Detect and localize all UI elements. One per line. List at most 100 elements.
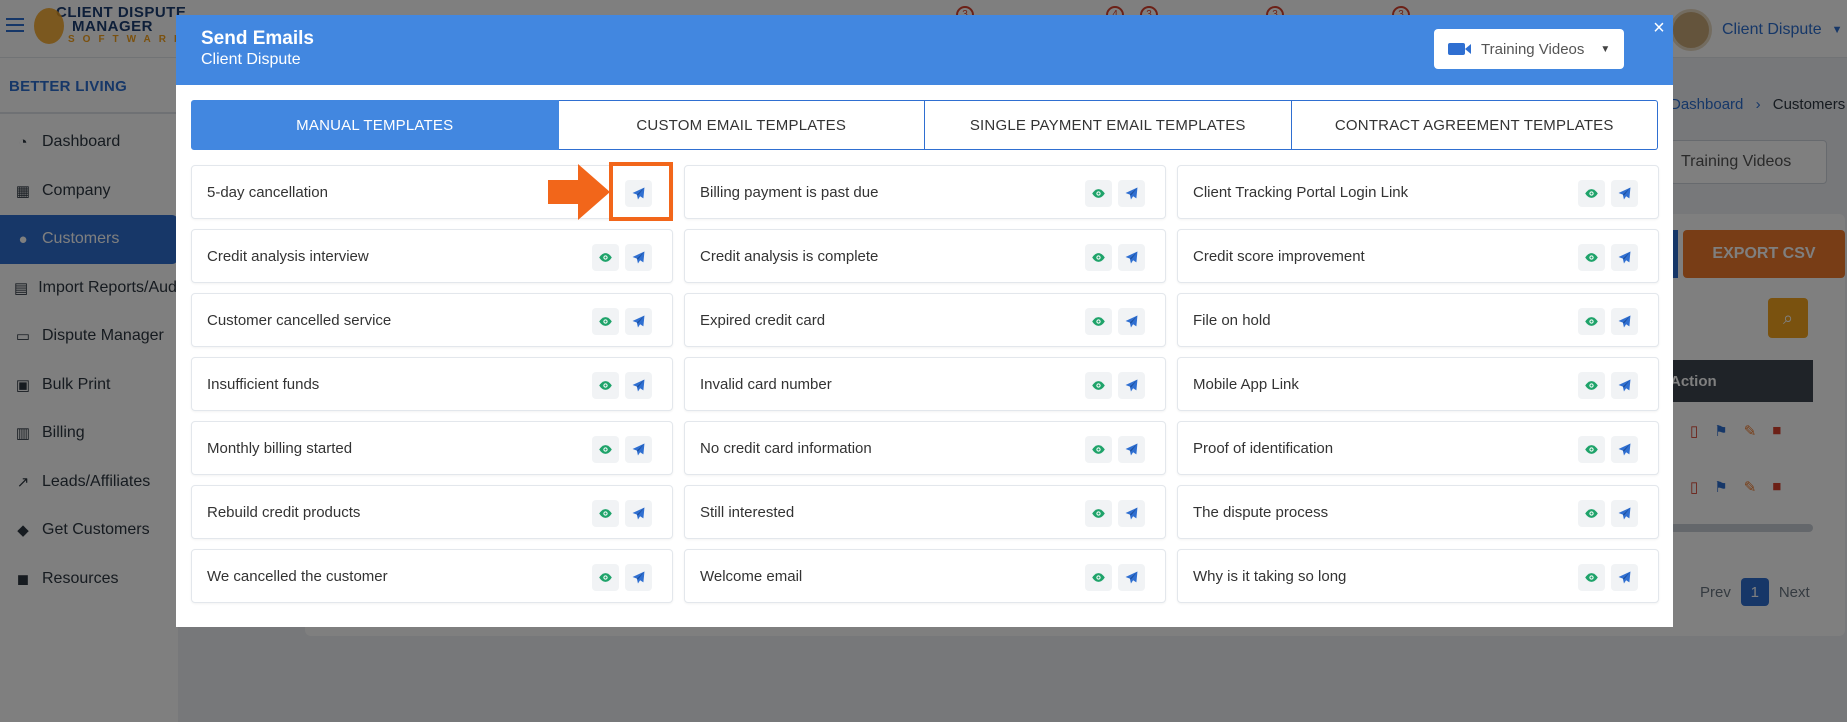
preview-eye-icon[interactable]: [1085, 372, 1112, 399]
preview-eye-icon[interactable]: [1578, 564, 1605, 591]
template-card: Welcome email: [684, 549, 1166, 603]
template-card: Rebuild credit products: [191, 485, 673, 539]
template-actions: [592, 500, 652, 527]
template-actions: [1578, 372, 1638, 399]
template-label: Expired credit card: [700, 311, 826, 329]
send-paper-plane-icon[interactable]: [1118, 372, 1145, 399]
template-label: 5-day cancellation: [207, 183, 328, 201]
template-label: Credit score improvement: [1193, 247, 1365, 265]
send-paper-plane-icon[interactable]: [625, 500, 652, 527]
template-label: Monthly billing started: [207, 439, 353, 457]
modal-header: Send Emails Client Dispute Training Vide…: [176, 15, 1673, 85]
template-card: Invalid card number: [684, 357, 1166, 411]
send-paper-plane-icon[interactable]: [625, 308, 652, 335]
template-label: Still interested: [700, 503, 795, 521]
preview-eye-icon[interactable]: [592, 308, 619, 335]
modal-subtitle: Client Dispute: [201, 51, 301, 68]
template-actions: [1578, 180, 1638, 207]
template-label: Client Tracking Portal Login Link: [1193, 183, 1409, 201]
template-label: Customer cancelled service: [207, 311, 392, 329]
caret-down-icon: ▼: [1600, 43, 1611, 55]
preview-eye-icon[interactable]: [1578, 500, 1605, 527]
send-paper-plane-icon[interactable]: [1118, 564, 1145, 591]
template-actions: [1578, 244, 1638, 271]
preview-eye-icon[interactable]: [592, 372, 619, 399]
send-paper-plane-icon[interactable]: [1611, 500, 1638, 527]
template-card: Billing payment is past due: [684, 165, 1166, 219]
template-actions: [1578, 564, 1638, 591]
send-paper-plane-icon[interactable]: [1118, 180, 1145, 207]
template-card: Credit score improvement: [1177, 229, 1659, 283]
template-label: File on hold: [1193, 311, 1271, 329]
modal-title: Send Emails: [201, 28, 314, 49]
template-actions: [1085, 308, 1145, 335]
preview-eye-icon[interactable]: [592, 244, 619, 271]
preview-eye-icon[interactable]: [1578, 244, 1605, 271]
send-paper-plane-icon[interactable]: [1611, 308, 1638, 335]
template-label: No credit card information: [700, 439, 872, 457]
preview-eye-icon[interactable]: [1578, 436, 1605, 463]
send-paper-plane-icon[interactable]: [1118, 500, 1145, 527]
template-list: 5-day cancellation Billing payment is pas…: [191, 165, 1659, 603]
template-card: No credit card information: [684, 421, 1166, 475]
template-card: Still interested: [684, 485, 1166, 539]
preview-eye-icon[interactable]: [1578, 308, 1605, 335]
tab-manual-templates[interactable]: MANUAL TEMPLATES: [191, 100, 559, 150]
template-actions: [592, 244, 652, 271]
template-actions: [1085, 244, 1145, 271]
template-actions: [1085, 564, 1145, 591]
template-card: Monthly billing started: [191, 421, 673, 475]
template-label: Rebuild credit products: [207, 503, 361, 521]
template-label: The dispute process: [1193, 503, 1329, 521]
template-label: Credit analysis is complete: [700, 247, 879, 265]
close-icon[interactable]: ×: [1650, 18, 1668, 38]
template-label: Billing payment is past due: [700, 183, 879, 201]
tab-single-payment-email-templates[interactable]: SINGLE PAYMENT EMAIL TEMPLATES: [925, 100, 1292, 150]
template-actions: [1085, 180, 1145, 207]
template-card: File on hold: [1177, 293, 1659, 347]
preview-eye-icon[interactable]: [1085, 564, 1112, 591]
tab-custom-email-templates[interactable]: CUSTOM EMAIL TEMPLATES: [558, 100, 925, 150]
preview-eye-icon[interactable]: [1085, 500, 1112, 527]
template-card: Insufficient funds: [191, 357, 673, 411]
template-label: We cancelled the customer: [207, 567, 388, 585]
preview-eye-icon[interactable]: [1085, 436, 1112, 463]
template-actions: [1578, 500, 1638, 527]
send-paper-plane-icon[interactable]: [1611, 564, 1638, 591]
template-label: Proof of identification: [1193, 439, 1334, 457]
send-paper-plane-icon[interactable]: [625, 564, 652, 591]
preview-eye-icon[interactable]: [1085, 180, 1112, 207]
preview-eye-icon[interactable]: [592, 564, 619, 591]
preview-eye-icon[interactable]: [592, 436, 619, 463]
preview-eye-icon[interactable]: [1578, 180, 1605, 207]
template-card: Customer cancelled service: [191, 293, 673, 347]
send-paper-plane-icon[interactable]: [1611, 244, 1638, 271]
send-paper-plane-icon[interactable]: [625, 436, 652, 463]
template-actions: [1085, 372, 1145, 399]
send-paper-plane-icon[interactable]: [1611, 372, 1638, 399]
template-card: Credit analysis is complete: [684, 229, 1166, 283]
send-paper-plane-icon[interactable]: [1611, 180, 1638, 207]
tab-contract-agreement-templates[interactable]: CONTRACT AGREEMENT TEMPLATES: [1291, 100, 1658, 150]
send-paper-plane-icon[interactable]: [1118, 244, 1145, 271]
send-paper-plane-icon[interactable]: [1118, 436, 1145, 463]
highlight-box: [609, 162, 673, 221]
template-actions: [1085, 500, 1145, 527]
preview-eye-icon[interactable]: [592, 500, 619, 527]
send-paper-plane-icon[interactable]: [625, 244, 652, 271]
preview-eye-icon[interactable]: [1085, 308, 1112, 335]
training-videos-button[interactable]: Training Videos ▼: [1434, 29, 1624, 69]
template-actions: [1578, 308, 1638, 335]
preview-eye-icon[interactable]: [1578, 372, 1605, 399]
template-card: Credit analysis interview: [191, 229, 673, 283]
template-label: Credit analysis interview: [207, 247, 369, 265]
pointer-arrow-icon: [548, 164, 610, 220]
template-actions: [592, 564, 652, 591]
send-paper-plane-icon[interactable]: [1118, 308, 1145, 335]
preview-eye-icon[interactable]: [1085, 244, 1112, 271]
send-paper-plane-icon[interactable]: [1611, 436, 1638, 463]
template-card: The dispute process: [1177, 485, 1659, 539]
send-paper-plane-icon[interactable]: [625, 372, 652, 399]
template-actions: [1085, 436, 1145, 463]
template-label: Insufficient funds: [207, 375, 320, 393]
